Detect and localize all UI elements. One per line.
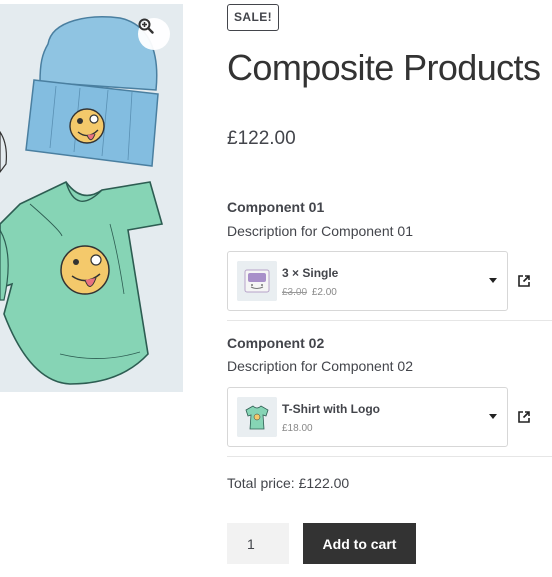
tshirt-icon — [237, 397, 277, 437]
regular-price: £3.00 — [282, 287, 308, 298]
component-02-option-name: T-Shirt with Logo — [282, 402, 380, 416]
component-divider — [227, 456, 552, 457]
total-price: Total price: £122.00 — [227, 475, 350, 491]
sale-price: £2.00 — [311, 287, 337, 298]
chevron-down-icon — [489, 414, 497, 419]
component-02-description: Description for Component 02 — [227, 358, 413, 374]
product-title: Composite Products — [227, 47, 541, 88]
external-link-icon[interactable] — [517, 410, 531, 424]
chevron-down-icon — [489, 278, 497, 283]
tshirt-thumbnail — [237, 397, 277, 437]
component-02-option-price: £18.00 — [282, 423, 313, 434]
product-image[interactable] — [0, 4, 183, 392]
component-01-option-price: £3.00 £2.00 — [282, 287, 337, 298]
component-02-title: Component 02 — [227, 335, 325, 351]
zoom-in-icon — [138, 18, 154, 34]
zoom-button[interactable] — [138, 18, 170, 50]
woo-album-icon — [237, 261, 277, 301]
component-01-description: Description for Component 01 — [227, 223, 413, 239]
external-link-icon[interactable] — [517, 274, 531, 288]
add-to-cart-button[interactable]: Add to cart — [303, 523, 416, 564]
sale-badge: SALE! — [227, 4, 279, 31]
woo-album-thumbnail — [237, 261, 277, 301]
product-price: £122.00 — [227, 128, 296, 149]
component-01-selector[interactable]: 3 × Single £3.00 £2.00 — [227, 251, 508, 311]
component-01-title: Component 01 — [227, 199, 325, 215]
component-02-selector[interactable]: T-Shirt with Logo £18.00 — [227, 387, 508, 447]
component-01-option-name: 3 × Single — [282, 266, 339, 280]
component-divider — [227, 320, 552, 321]
quantity-input[interactable] — [227, 523, 289, 564]
product-illustration — [0, 16, 164, 385]
